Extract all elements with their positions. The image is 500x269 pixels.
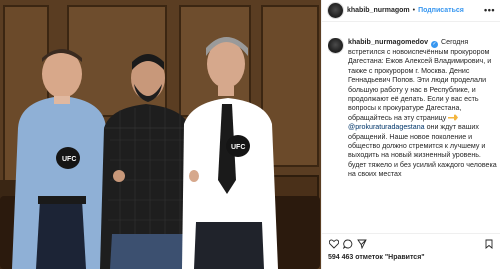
comment-icon[interactable]: [343, 239, 353, 249]
share-icon[interactable]: [357, 239, 367, 249]
post-header: khabib_nurmagom • Подписаться •••: [322, 0, 500, 22]
follow-button[interactable]: Подписаться: [418, 7, 464, 14]
likes-count[interactable]: 594 463 отметок "Нравится": [328, 254, 425, 261]
separator-dot: •: [412, 7, 416, 14]
svg-text:UFC: UFC: [62, 156, 76, 163]
heart-icon[interactable]: [329, 239, 339, 249]
avatar[interactable]: [328, 3, 343, 18]
post-photo[interactable]: UFC UFC: [0, 0, 321, 269]
caption-block: khabib_nurmagomedov ✓ Сегодня встретился…: [328, 38, 498, 230]
caption-text: khabib_nurmagomedov ✓ Сегодня встретился…: [348, 38, 498, 230]
caption-body-2: они ждут ваших обращений. Наше новое пок…: [348, 123, 497, 179]
bookmark-icon[interactable]: [484, 239, 494, 249]
more-options-icon[interactable]: •••: [484, 5, 495, 15]
svg-text:UFC: UFC: [231, 144, 245, 151]
verified-badge-icon: ✓: [431, 41, 439, 48]
caption-mention-link[interactable]: @prokuraturadagestana: [348, 123, 425, 131]
caption-avatar[interactable]: [328, 38, 343, 53]
post-photo-illustration: UFC UFC: [0, 0, 321, 269]
pointing-hand-icon: [448, 114, 459, 121]
action-bar: [322, 233, 500, 253]
post-sidebar: khabib_nurmagom • Подписаться ••• khabib…: [321, 0, 500, 269]
caption-body-1: Сегодня встретился с новоиспечённым прок…: [348, 38, 492, 122]
header-username[interactable]: khabib_nurmagom: [347, 7, 410, 14]
caption-username[interactable]: khabib_nurmagomedov: [348, 38, 428, 46]
